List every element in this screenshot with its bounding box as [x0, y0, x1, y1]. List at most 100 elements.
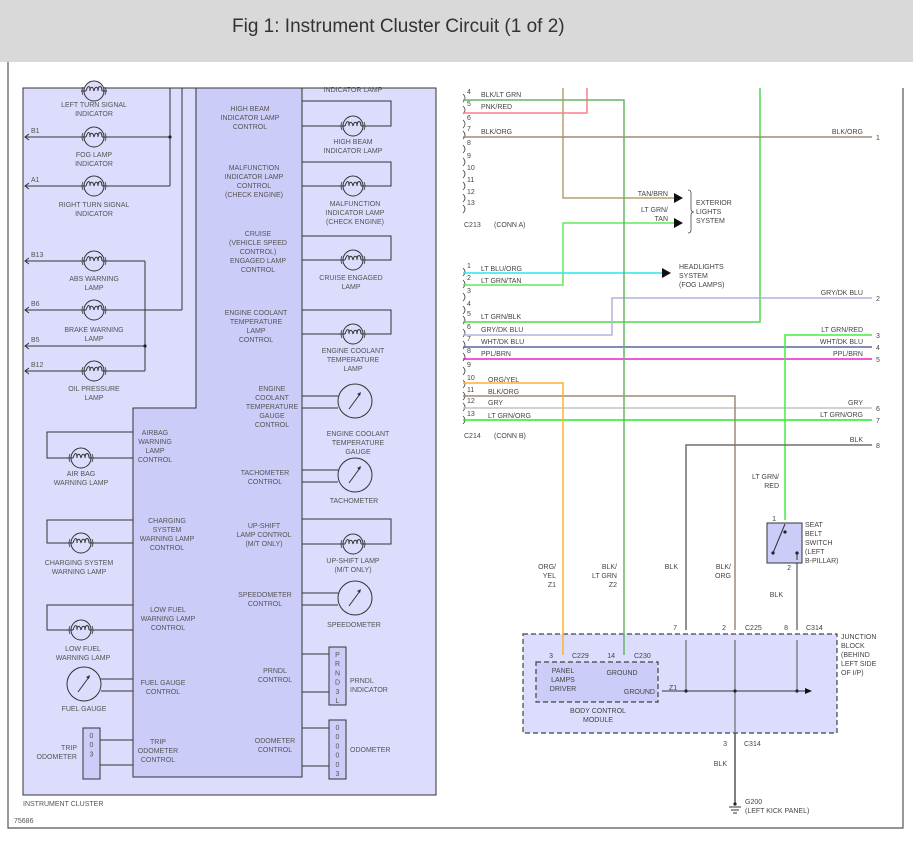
digit-label: N	[335, 670, 340, 677]
label-line: TEMPERATURE	[230, 319, 283, 326]
pin-number: 9	[467, 362, 471, 369]
right-pin-number: 4	[876, 345, 880, 352]
label-line: (LEFT	[805, 549, 825, 556]
label-line: INDICATOR LAMP	[326, 210, 385, 217]
label-line: ENGINE COOLANT	[322, 348, 385, 355]
label-line: BODY CONTROL	[570, 708, 626, 715]
cluster-name: INSTRUMENT CLUSTER	[23, 801, 103, 808]
digit-label: 0	[90, 742, 94, 749]
label-line: TRIP	[150, 739, 166, 746]
label-line: FUEL GAUGE	[62, 706, 107, 713]
label-line: HIGH BEAM	[333, 139, 372, 146]
digit-label: 0	[336, 725, 340, 732]
label-line: CONTROL	[258, 747, 292, 754]
label-line: ORG	[715, 573, 731, 580]
label-line: LT GRN/	[641, 207, 668, 214]
connector-pin-icon	[462, 169, 466, 179]
label-line: INDICATOR	[75, 161, 113, 168]
junction-dot	[143, 344, 147, 348]
label-line: UP-SHIFT	[248, 523, 281, 530]
label-line: ODOMETER	[138, 748, 178, 755]
arrow-head-icon	[674, 193, 683, 203]
figure-number: 75686	[14, 818, 34, 825]
junction-block-label: JUNCTION BLOCK (BEHIND LEFT SIDE OF I/P)	[841, 634, 877, 677]
label-line: SPEEDOMETER	[238, 592, 292, 599]
right-pin-number: 7	[876, 418, 880, 425]
wiring-diagram: B1 A1 B13 B6 B12 B5 LEFT TURN SIGNAL INDICATOR F…	[7, 62, 904, 829]
pin-label: B6	[31, 301, 40, 308]
connector-name: C214	[464, 433, 481, 440]
label-line: LT GRN	[592, 573, 617, 580]
label-line: CHARGING	[148, 518, 186, 525]
label-line: (M/T ONLY)	[334, 567, 371, 574]
connector-pin-icon	[462, 204, 466, 214]
wire-label: LT GRN/TAN	[641, 207, 668, 223]
label-line: GAUGE	[259, 413, 285, 420]
label-line: AIRBAG	[142, 430, 168, 437]
label-line: CONTROL	[248, 601, 282, 608]
connector-pin-icon	[462, 279, 466, 289]
wire-label: LT BLU/ORG	[481, 266, 522, 273]
right-pin-wire-label: GRY	[848, 400, 863, 407]
wire-label: PNK/RED	[481, 104, 512, 111]
right-pin-number: 5	[876, 357, 880, 364]
component-label: MALFUNCTION INDICATOR LAMP (CHECK ENGINE)	[326, 201, 385, 226]
label-line: ENGINE COOLANT	[327, 431, 390, 438]
wire-label: BLK/LT GRN Z2	[592, 564, 617, 589]
label-line: LIGHTS	[696, 209, 722, 216]
label-line: Z1	[548, 582, 556, 589]
label-line: SYSTEM	[696, 218, 725, 225]
connector-desc: (CONN A)	[494, 222, 526, 229]
exterior-lights-label: EXTERIOR LIGHTS SYSTEM	[696, 200, 732, 225]
pin-number: 3	[467, 288, 471, 295]
digit-label: 3	[336, 771, 340, 778]
label-line: ENGINE COOLANT	[225, 310, 288, 317]
label-line: INDICATOR	[350, 687, 388, 694]
connector-pin-icon	[462, 352, 466, 362]
junction-dot	[795, 551, 799, 555]
label-line: MALFUNCTION	[330, 201, 381, 208]
blk-org-wire	[463, 395, 736, 630]
wire-label: BLK/ORG	[481, 129, 512, 136]
label-line: CHARGING SYSTEM	[45, 560, 114, 567]
component-label: ODOMETER	[350, 747, 390, 754]
pin-number: 4	[467, 89, 471, 96]
pin-number: 12	[467, 398, 475, 405]
label-line: LEFT SIDE	[841, 661, 877, 668]
label-line: WARNING LAMP	[56, 655, 111, 662]
label-line: HEADLIGHTS	[679, 264, 724, 271]
junction-dot	[783, 530, 787, 534]
connector-pin-icon	[462, 267, 466, 277]
connector-name: C314	[744, 741, 761, 748]
pin-number: 10	[467, 165, 475, 172]
wire-label: BLK	[665, 564, 679, 571]
junction-dot	[771, 551, 775, 555]
label-line: CONTROL	[150, 545, 184, 552]
pin-number: 5	[467, 101, 471, 108]
wire-label: LT GRN/TAN	[481, 278, 521, 285]
arrow-head-icon	[662, 268, 671, 278]
connector-pin-icon	[462, 402, 466, 412]
label-line: (CHECK ENGINE)	[326, 219, 384, 226]
headlights-label: HEADLIGHTS SYSTEM (FOG LAMPS)	[679, 264, 725, 289]
label-line: CONTROL	[138, 457, 172, 464]
pin-number: 9	[467, 153, 471, 160]
pin-number: 13	[467, 200, 475, 207]
pin-number: 7	[467, 336, 471, 343]
connector-desc: (CONN B)	[494, 433, 526, 440]
label-line: TACHOMETER	[241, 470, 289, 477]
label-line: PRNDL	[263, 668, 287, 675]
z1-label: Z1	[669, 685, 677, 692]
label-line: EXTERIOR	[696, 200, 732, 207]
label-line: HIGH BEAM	[230, 106, 269, 113]
label-line: SYSTEM	[679, 273, 708, 280]
wire-label: WHT/DK BLU	[481, 339, 524, 346]
component-label: SPEEDOMETER	[327, 622, 381, 629]
label-line: G200	[745, 799, 762, 806]
ground-label: GROUND	[606, 670, 637, 677]
connector-pin-icon	[462, 292, 466, 302]
connector-pin-icon	[462, 93, 466, 103]
label-line: CONTROL	[146, 689, 180, 696]
right-pin-wire-label: BLK	[850, 437, 864, 444]
wire-label: LT GRN/ORG	[488, 413, 531, 420]
